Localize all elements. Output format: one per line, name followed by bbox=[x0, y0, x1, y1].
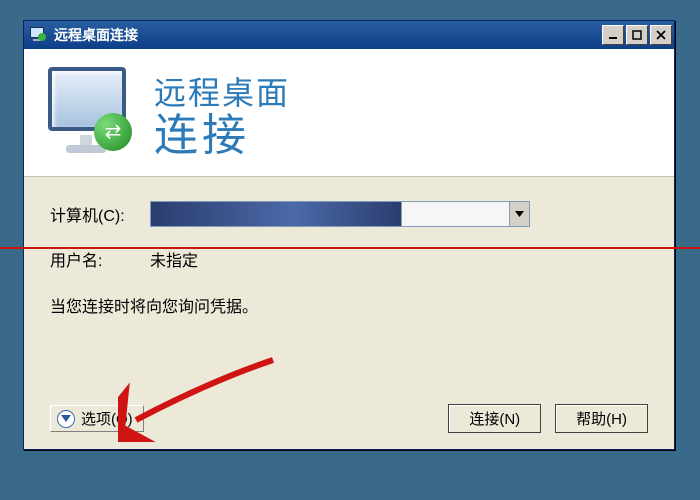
banner: ⇄ 远程桌面 连接 bbox=[24, 49, 674, 177]
chevron-down-icon bbox=[515, 211, 524, 217]
remote-desktop-icon bbox=[30, 27, 48, 43]
username-row: 用户名: 未指定 bbox=[50, 247, 648, 271]
minimize-button[interactable] bbox=[602, 25, 624, 45]
titlebar[interactable]: 远程桌面连接 bbox=[24, 21, 674, 49]
minimize-icon bbox=[608, 30, 618, 40]
options-button[interactable]: 选项(O) bbox=[50, 405, 144, 432]
computer-input[interactable] bbox=[151, 202, 509, 226]
computer-dropdown-button[interactable] bbox=[509, 202, 529, 226]
close-button[interactable] bbox=[650, 25, 672, 45]
banner-line1: 远程桌面 bbox=[154, 68, 290, 114]
computer-row: 计算机(C): bbox=[50, 201, 648, 227]
maximize-button[interactable] bbox=[626, 25, 648, 45]
username-label: 用户名: bbox=[50, 247, 150, 271]
window-controls bbox=[602, 25, 672, 45]
window-title: 远程桌面连接 bbox=[54, 25, 138, 45]
maximize-icon bbox=[632, 30, 642, 40]
connect-button[interactable]: 连接(N) bbox=[448, 404, 541, 433]
content-area: 计算机(C): 用户名: 未指定 当您连接时将向您询问凭据。 选项(O) 连接(… bbox=[24, 177, 674, 449]
banner-text: 远程桌面 连接 bbox=[154, 68, 290, 158]
footer: 选项(O) 连接(N) 帮助(H) bbox=[50, 380, 648, 433]
options-label: 选项(O) bbox=[81, 408, 133, 429]
annotation-redline bbox=[0, 247, 700, 249]
computer-combobox[interactable] bbox=[150, 201, 530, 227]
username-value: 未指定 bbox=[150, 247, 198, 271]
titlebar-left: 远程桌面连接 bbox=[30, 25, 138, 45]
chevron-down-circle-icon bbox=[57, 410, 75, 428]
footer-right: 连接(N) 帮助(H) bbox=[448, 404, 648, 433]
credentials-info: 当您连接时将向您询问凭据。 bbox=[50, 293, 648, 317]
computer-label: 计算机(C): bbox=[50, 202, 150, 226]
dialog-window: 远程桌面连接 ⇄ 远程桌面 连接 计算机(C): bbox=[23, 20, 675, 450]
close-icon bbox=[656, 30, 666, 40]
help-button[interactable]: 帮助(H) bbox=[555, 404, 648, 433]
banner-icon: ⇄ bbox=[44, 65, 140, 161]
banner-line2: 连接 bbox=[154, 114, 290, 158]
